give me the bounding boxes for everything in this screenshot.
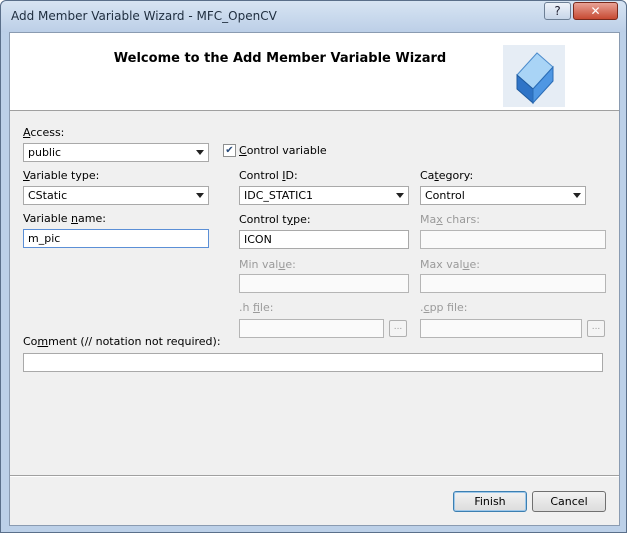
wizard-client-area: Welcome to the Add Member Variable Wizar… bbox=[9, 32, 620, 526]
cpp-file-label: .cpp file: bbox=[420, 301, 468, 314]
h-file-input[interactable] bbox=[239, 319, 384, 338]
h-file-browse-button[interactable]: ... bbox=[389, 320, 407, 337]
wizard-title: Welcome to the Add Member Variable Wizar… bbox=[113, 51, 447, 66]
access-value: public bbox=[28, 146, 62, 159]
wizard-cube-icon bbox=[503, 45, 565, 107]
variable-type-value: CStatic bbox=[28, 189, 68, 202]
help-button[interactable]: ? bbox=[544, 2, 571, 20]
max-value-input[interactable] bbox=[420, 274, 606, 293]
help-icon: ? bbox=[554, 4, 561, 18]
close-button[interactable]: ✕ bbox=[573, 2, 618, 20]
cpp-file-input[interactable] bbox=[420, 319, 582, 338]
min-value-label: Min value: bbox=[239, 258, 296, 271]
cpp-file-browse-button[interactable]: ... bbox=[587, 320, 605, 337]
wizard-header: Welcome to the Add Member Variable Wizar… bbox=[10, 33, 619, 111]
variable-type-combo[interactable]: CStatic bbox=[23, 186, 209, 205]
control-type-label: Control type: bbox=[239, 213, 311, 226]
control-id-label: Control ID: bbox=[239, 169, 298, 182]
max-value-label: Max value: bbox=[420, 258, 481, 271]
finish-button[interactable]: Finish bbox=[453, 491, 527, 512]
comment-label: Comment (// notation not required): bbox=[23, 335, 221, 348]
chevron-down-icon bbox=[396, 193, 404, 198]
h-file-label: .h file: bbox=[239, 301, 274, 314]
max-chars-label: Max chars: bbox=[420, 213, 480, 226]
title-bar[interactable]: Add Member Variable Wizard - MFC_OpenCV … bbox=[1, 1, 626, 32]
chevron-down-icon bbox=[196, 193, 204, 198]
comment-input[interactable] bbox=[23, 353, 603, 372]
checkmark-icon: ✔ bbox=[225, 145, 234, 156]
footer-separator-highlight bbox=[10, 476, 619, 477]
max-chars-input[interactable] bbox=[420, 230, 606, 249]
access-label: Access: bbox=[23, 126, 65, 139]
close-icon: ✕ bbox=[590, 4, 601, 18]
window-title: Add Member Variable Wizard - MFC_OpenCV bbox=[11, 9, 277, 23]
variable-type-label: Variable type: bbox=[23, 169, 100, 182]
category-label: Category: bbox=[420, 169, 474, 182]
category-combo[interactable]: Control bbox=[420, 186, 586, 205]
chevron-down-icon bbox=[196, 150, 204, 155]
access-combo[interactable]: public bbox=[23, 143, 209, 162]
variable-name-label: Variable name: bbox=[23, 212, 106, 225]
dialog-window: Add Member Variable Wizard - MFC_OpenCV … bbox=[0, 0, 627, 533]
control-variable-label[interactable]: Control variable bbox=[239, 144, 327, 157]
control-variable-checkbox[interactable]: ✔ bbox=[223, 144, 236, 157]
min-value-input[interactable] bbox=[239, 274, 409, 293]
control-id-combo[interactable]: IDC_STATIC1 bbox=[239, 186, 409, 205]
variable-name-input[interactable]: m_pic bbox=[23, 229, 209, 248]
control-type-field[interactable]: ICON bbox=[239, 230, 409, 249]
cancel-button[interactable]: Cancel bbox=[532, 491, 606, 512]
chevron-down-icon bbox=[573, 193, 581, 198]
control-id-value: IDC_STATIC1 bbox=[244, 189, 314, 202]
category-value: Control bbox=[425, 189, 465, 202]
